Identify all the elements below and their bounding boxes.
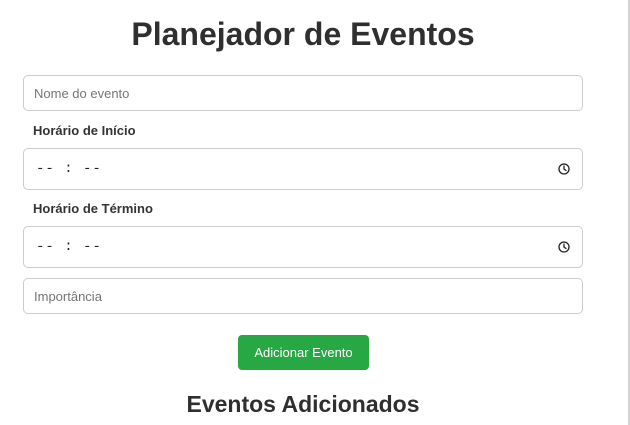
start-time-value[interactable]: -- : -- bbox=[36, 161, 102, 177]
event-name-input[interactable] bbox=[23, 75, 583, 111]
clock-icon[interactable] bbox=[557, 162, 571, 176]
add-event-button[interactable]: Adicionar Evento bbox=[238, 335, 369, 370]
end-time-label: Horário de Término bbox=[33, 201, 153, 216]
end-time-input[interactable]: -- : -- bbox=[23, 226, 583, 268]
clock-icon[interactable] bbox=[557, 240, 571, 254]
start-time-label: Horário de Início bbox=[33, 123, 136, 138]
event-planner-page: Planejador de Eventos Horário de Início … bbox=[0, 0, 630, 425]
page-title: Planejador de Eventos bbox=[131, 16, 475, 52]
end-time-value[interactable]: -- : -- bbox=[36, 239, 102, 255]
added-events-heading: Eventos Adicionados bbox=[186, 391, 420, 417]
start-time-input[interactable]: -- : -- bbox=[23, 148, 583, 190]
importance-input[interactable] bbox=[23, 278, 583, 314]
